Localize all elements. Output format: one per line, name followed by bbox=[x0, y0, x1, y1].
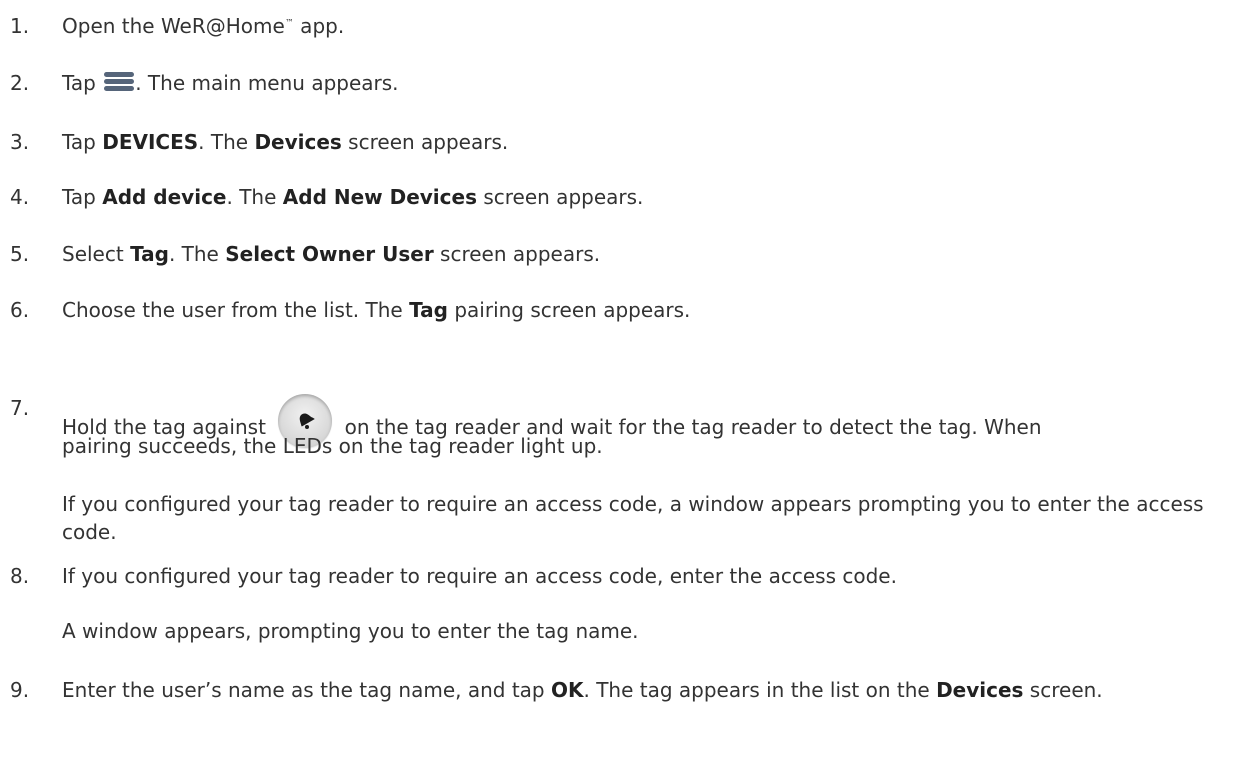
trademark-symbol: ™ bbox=[284, 18, 294, 29]
step-text: pairing screen appears. bbox=[447, 298, 691, 322]
ui-term: Add device bbox=[102, 185, 227, 209]
step-number: 6. bbox=[10, 298, 30, 322]
step-text: Choose the user from the list. The bbox=[62, 298, 410, 322]
step-text: . The tag appears in the list on the bbox=[583, 678, 937, 702]
step-text: . The main menu appears. bbox=[135, 71, 399, 95]
step-text: Select bbox=[62, 242, 131, 266]
step-text: If you configured your tag reader to req… bbox=[62, 564, 897, 588]
step-text: Open the WeR@Home bbox=[62, 14, 285, 38]
ui-term: Tag bbox=[409, 298, 448, 322]
step-text: Enter the user’s name as the tag name, a… bbox=[62, 678, 551, 702]
step-number: 8. bbox=[10, 564, 30, 588]
ui-term: Select Owner User bbox=[225, 242, 434, 266]
ui-term: DEVICES bbox=[102, 130, 199, 154]
step-number: 7. bbox=[10, 396, 30, 420]
step-text: . The bbox=[198, 130, 255, 154]
step-number: 5. bbox=[10, 242, 30, 266]
step-note: If you configured your tag reader to req… bbox=[62, 492, 1204, 544]
menu-icon bbox=[104, 72, 135, 92]
step-note: A window appears, prompting you to enter… bbox=[62, 619, 639, 643]
step-text: . The bbox=[168, 242, 226, 266]
step-text: Tap bbox=[62, 185, 103, 209]
step-number: 2. bbox=[10, 71, 30, 95]
step-text: Tap bbox=[62, 71, 103, 95]
step-number: 3. bbox=[10, 130, 30, 154]
ui-term: Add New Devices bbox=[282, 185, 477, 209]
step-text: screen. bbox=[1023, 678, 1103, 702]
ui-term: Tag bbox=[130, 242, 169, 266]
step-text: app. bbox=[293, 14, 345, 38]
step-text: screen appears. bbox=[476, 185, 644, 209]
step-number: 1. bbox=[10, 14, 30, 38]
ui-term: Devices bbox=[936, 678, 1024, 702]
step-text: . The bbox=[226, 185, 283, 209]
step-text-continued: pairing succeeds, the LEDs on the tag re… bbox=[62, 434, 603, 458]
step-number: 4. bbox=[10, 185, 30, 209]
step-text: screen appears. bbox=[433, 242, 601, 266]
step-text: Tap bbox=[62, 130, 103, 154]
ui-term: OK bbox=[550, 678, 584, 702]
step-number: 9. bbox=[10, 678, 30, 702]
ui-term: Devices bbox=[254, 130, 342, 154]
step-text: screen appears. bbox=[341, 130, 509, 154]
